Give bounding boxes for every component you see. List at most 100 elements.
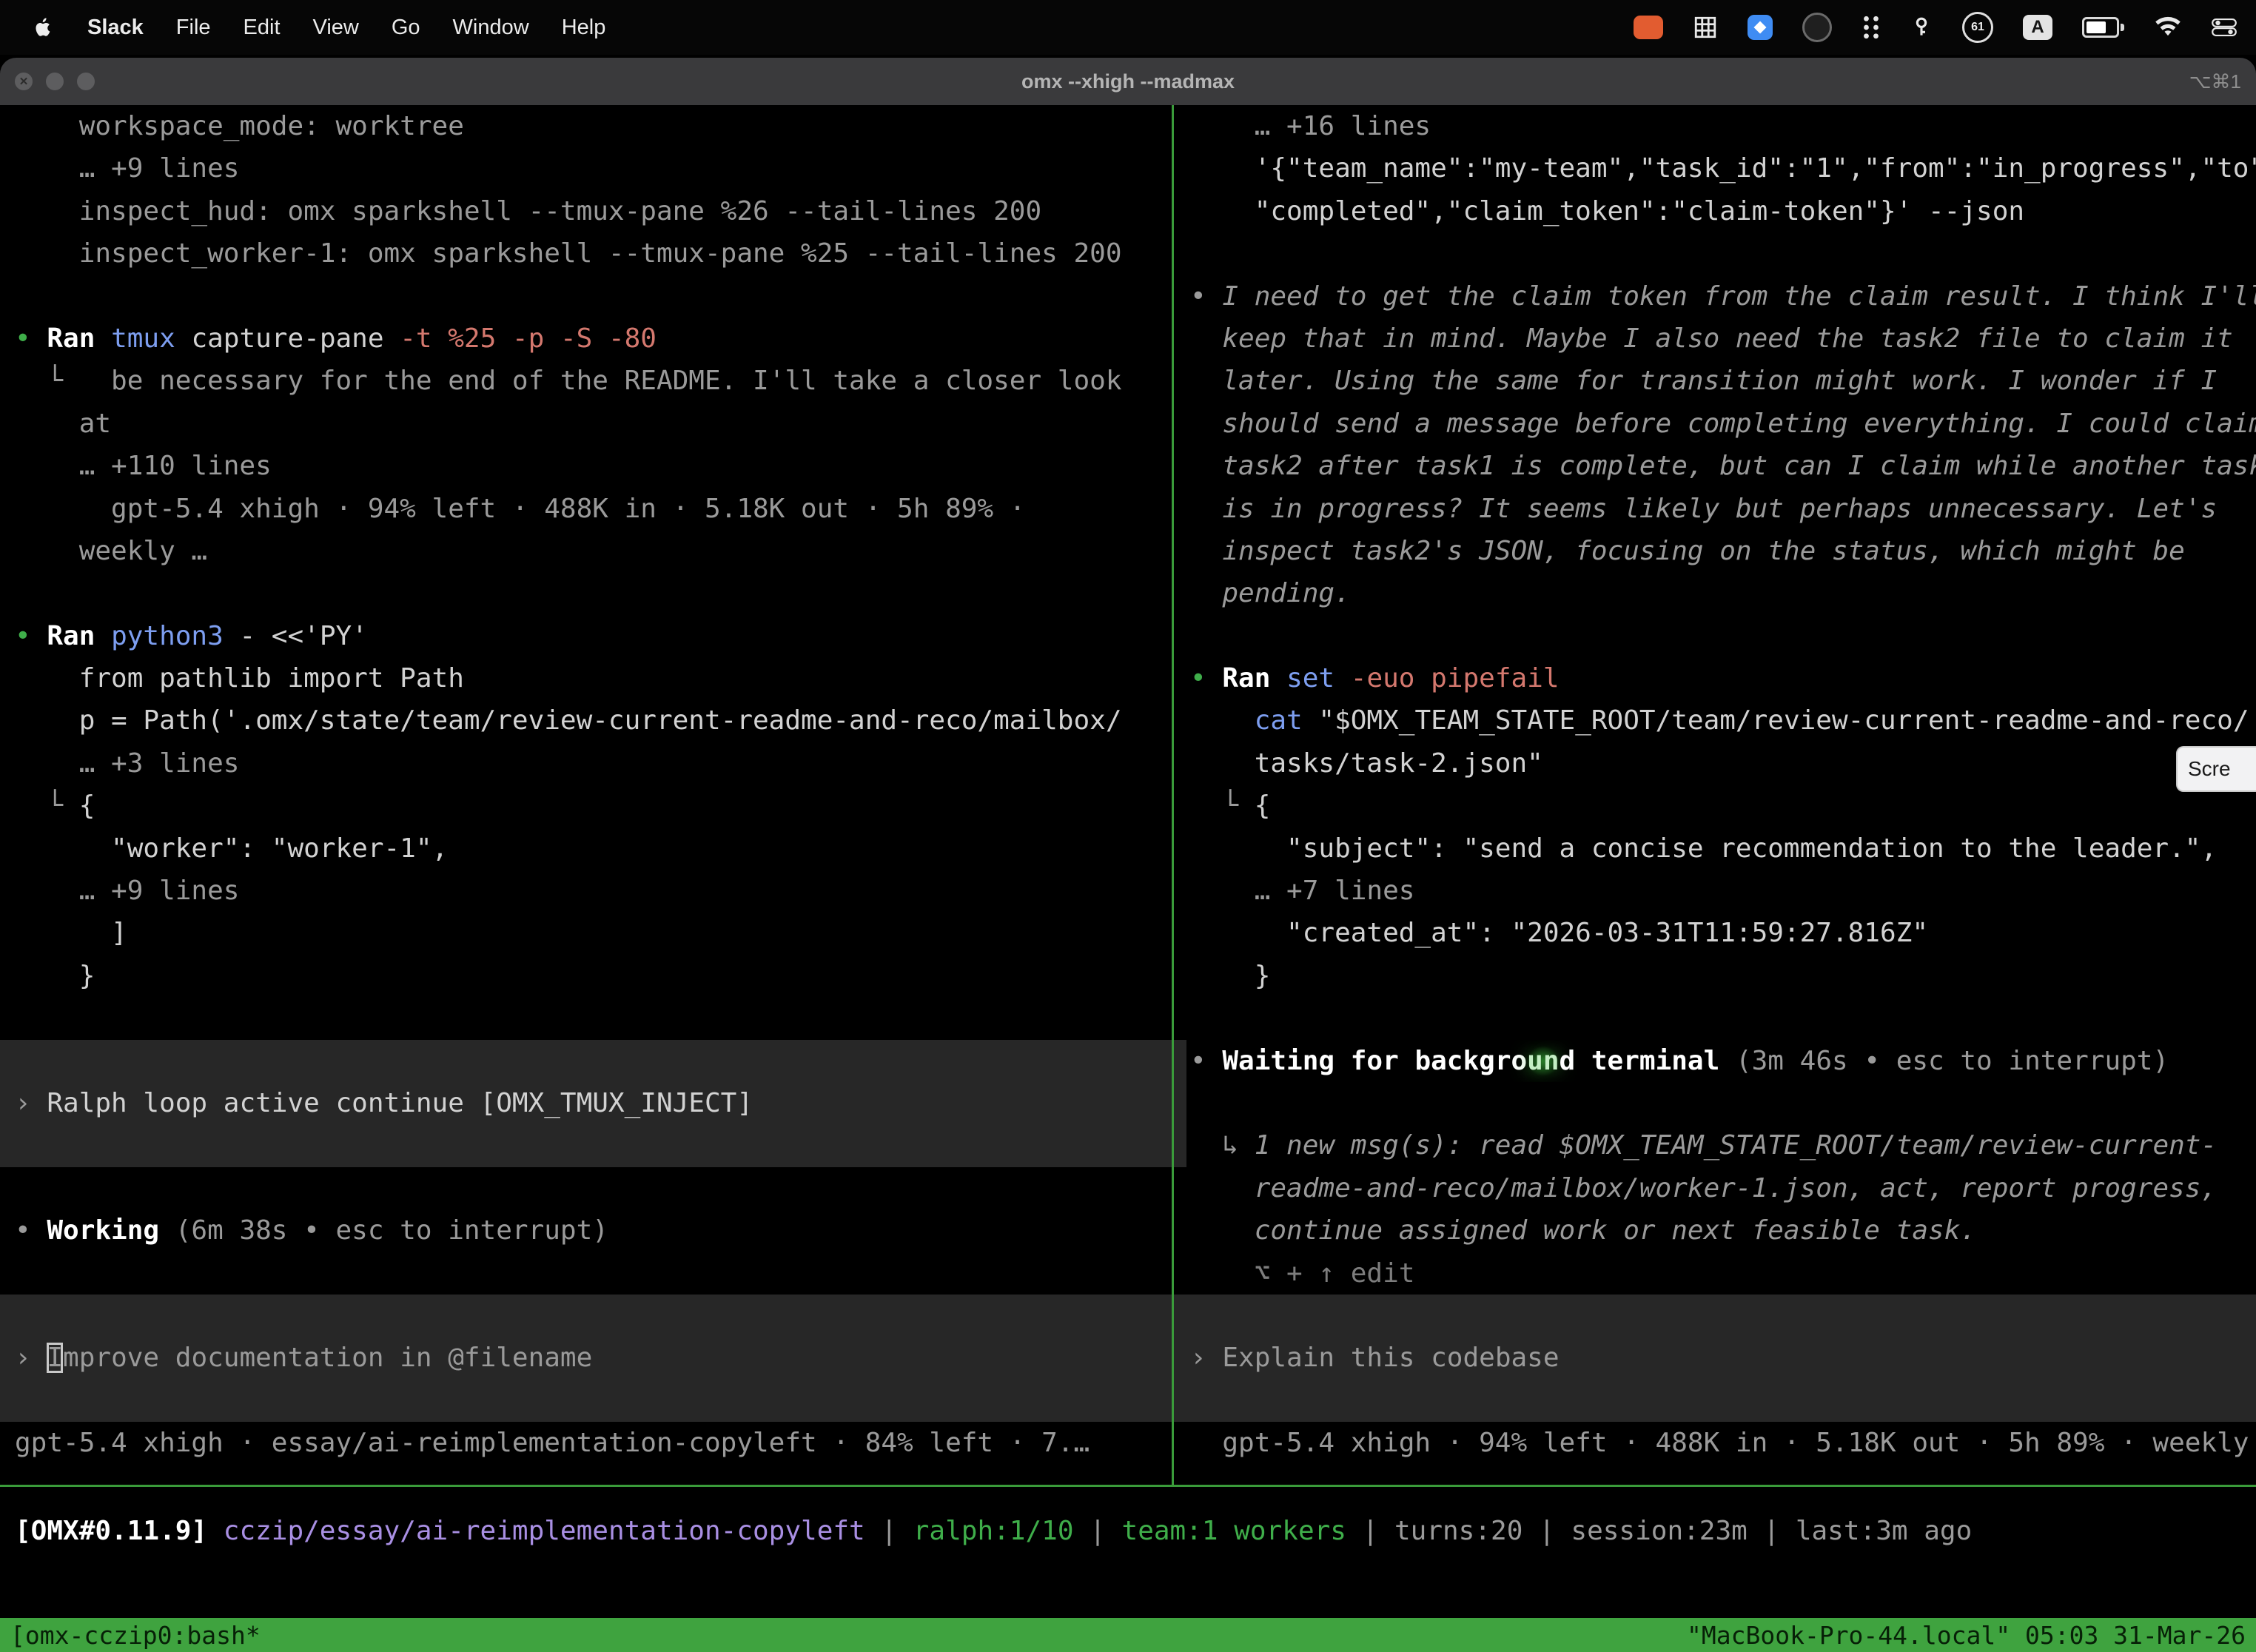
terminal-line: inspect_hud: omx sparkshell --tmux-pane … xyxy=(15,190,1186,232)
terminal-line: ↳ 1 new msg(s): read $OMX_TEAM_STATE_ROO… xyxy=(1190,1124,2256,1166)
terminal-line xyxy=(1190,1082,2256,1124)
terminal-line xyxy=(15,572,1186,614)
traffic-lights: ✕ xyxy=(0,73,95,90)
terminal-line: └ be necessary for the end of the README… xyxy=(15,360,1186,402)
menu-go[interactable]: Go xyxy=(392,16,420,40)
menu-edit[interactable]: Edit xyxy=(244,16,281,40)
battery-percent-badge[interactable]: 61 xyxy=(1962,12,1993,43)
terminal-line: continue assigned work or next feasible … xyxy=(1190,1209,2256,1252)
terminal-line: "created_at": "2026-03-31T11:59:27.816Z" xyxy=(1190,912,2256,954)
menu-window[interactable]: Window xyxy=(453,16,529,40)
terminal-line: ⌥ + ↑ edit xyxy=(1190,1252,2256,1295)
terminal-line: keep that in mind. Maybe I also need the… xyxy=(1190,318,2256,360)
terminal-line xyxy=(1190,232,2256,275)
ralph-status-row[interactable]: › Ralph loop active continue [OMX_TMUX_I… xyxy=(0,1082,1186,1124)
terminal-line: … +3 lines xyxy=(15,742,1186,785)
terminal-line: weekly … xyxy=(15,530,1186,572)
menu-view[interactable]: View xyxy=(313,16,359,40)
terminal-line: gpt-5.4 xhigh · 94% left · 488K in · 5.1… xyxy=(15,488,1186,530)
terminal-line: '{"team_name":"my-team","task_id":"1","f… xyxy=(1190,147,2256,189)
terminal-line: inspect task2's JSON, focusing on the st… xyxy=(1190,530,2256,572)
terminal-line: should send a message before completing … xyxy=(1190,403,2256,445)
terminal-line: • Ran tmux capture-pane -t %25 -p -S -80 xyxy=(15,318,1186,360)
terminal-line: } xyxy=(15,955,1186,997)
prompt-input-left[interactable]: › Improve documentation in @filename xyxy=(0,1337,1186,1379)
wifi-icon[interactable] xyxy=(2154,16,2182,38)
terminal-line: gpt-5.4 xhigh · 94% left · 488K in · 5.1… xyxy=(1190,1422,2256,1464)
grid-icon[interactable] xyxy=(1693,15,1718,40)
menu-bar-left: Slack File Edit View Go Window Help xyxy=(0,13,605,42)
terminal-line: p = Path('.omx/state/team/review-current… xyxy=(15,699,1186,742)
terminal-line[interactable] xyxy=(1174,1295,2256,1337)
terminal-line: pending. xyxy=(1190,572,2256,614)
terminal-line: ] xyxy=(15,912,1186,954)
terminal-line: • Ran set -euo pipefail xyxy=(1190,657,2256,699)
zoom-button[interactable] xyxy=(77,73,95,90)
app-menu-slack[interactable]: Slack xyxy=(87,16,144,40)
terminal-content: workspace_mode: worktree … +9 lines insp… xyxy=(0,105,2256,1652)
terminal-line: is in progress? It seems likely but perh… xyxy=(1190,488,2256,530)
tmux-pane-left[interactable]: workspace_mode: worktree … +9 lines insp… xyxy=(0,105,1186,1465)
omx-status-row: [OMX#0.11.9] cczip/essay/ai-reimplementa… xyxy=(15,1510,2256,1552)
terminal-line: task2 after task1 is complete, but can I… xyxy=(1190,445,2256,487)
terminal-line[interactable] xyxy=(0,1380,1186,1422)
screen-recording-indicator-icon[interactable] xyxy=(1634,16,1663,39)
terminal-line: cat "$OMX_TEAM_STATE_ROOT/team/review-cu… xyxy=(1190,699,2256,742)
terminal-line: … +16 lines xyxy=(1190,105,2256,147)
terminal-line: … +9 lines xyxy=(15,870,1186,912)
apple-menu-icon[interactable] xyxy=(30,13,55,42)
prompt-input-right[interactable]: › Explain this codebase xyxy=(1174,1337,2256,1379)
menu-bar-status-icons: 61 A xyxy=(1634,12,2256,43)
terminal-line: later. Using the same for transition mig… xyxy=(1190,360,2256,402)
desktop: Slack File Edit View Go Window Help 61 A xyxy=(0,0,2256,1652)
terminal-line xyxy=(1190,615,2256,657)
window-titlebar[interactable]: ✕ omx --xhigh --madmax ⌥⌘1 xyxy=(0,58,2256,105)
terminal-line[interactable] xyxy=(0,1124,1186,1166)
tmux-session-info[interactable]: [omx-cczip0:bash* xyxy=(10,1621,261,1650)
terminal-line: └ { xyxy=(15,785,1186,827)
terminal-line: from pathlib import Path xyxy=(15,657,1186,699)
tmux-status-bar: [omx-cczip0:bash* "MacBook-Pro-44.local"… xyxy=(0,1618,2256,1652)
terminal-line: └ { xyxy=(1190,785,2256,827)
tmux-host-clock: "MacBook-Pro-44.local" 05:03 31-Mar-26 xyxy=(1687,1621,2246,1650)
input-source-icon[interactable]: A xyxy=(2023,15,2052,40)
tmux-pane-divider-vertical[interactable] xyxy=(1172,105,1174,1485)
terminal-line xyxy=(15,1167,1186,1209)
blue-app-icon[interactable] xyxy=(1748,15,1773,40)
terminal-line[interactable] xyxy=(0,1040,1186,1082)
terminal-line: "completed","claim_token":"claim-token"}… xyxy=(1190,190,2256,232)
terminal-line xyxy=(1190,997,2256,1039)
battery-icon[interactable] xyxy=(2082,17,2124,38)
terminal-line: • I need to get the claim token from the… xyxy=(1190,275,2256,318)
key-icon[interactable] xyxy=(1910,15,1933,40)
terminal-line: • Ran python3 - <<'PY' xyxy=(15,615,1186,657)
terminal-line xyxy=(15,275,1186,318)
terminal-line: "worker": "worker-1", xyxy=(15,827,1186,870)
terminal-line: gpt-5.4 xhigh · essay/ai-reimplementatio… xyxy=(15,1422,1186,1464)
terminal-line: } xyxy=(1190,955,2256,997)
terminal-window: ✕ omx --xhigh --madmax ⌥⌘1 workspace_mod… xyxy=(0,58,2256,1652)
terminal-line xyxy=(15,1252,1186,1295)
terminal-line: readme-and-reco/mailbox/worker-1.json, a… xyxy=(1190,1167,2256,1209)
terminal-line: workspace_mode: worktree xyxy=(15,105,1186,147)
terminal-line[interactable] xyxy=(0,1295,1186,1337)
terminal-line: … +9 lines xyxy=(15,147,1186,189)
window-shortcut-hint: ⌥⌘1 xyxy=(2189,70,2241,93)
tmux-pane-right[interactable]: … +16 lines '{"team_name":"my-team","tas… xyxy=(1174,105,2256,1465)
terminal-line: "subject": "send a concise recommendatio… xyxy=(1190,827,2256,870)
window-title: omx --xhigh --madmax xyxy=(1021,70,1235,93)
control-center-icon[interactable] xyxy=(2212,18,2237,37)
terminal-line: inspect_worker-1: omx sparkshell --tmux-… xyxy=(15,232,1186,275)
terminal-line: … +7 lines xyxy=(1190,870,2256,912)
menu-items: File Edit View Go Window Help xyxy=(176,16,606,40)
close-button[interactable]: ✕ xyxy=(15,73,33,90)
minimize-button[interactable] xyxy=(46,73,64,90)
menu-help[interactable]: Help xyxy=(562,16,606,40)
terminal-line[interactable] xyxy=(1174,1380,2256,1422)
tmux-pane-divider-horizontal[interactable] xyxy=(0,1485,2256,1487)
menu-file[interactable]: File xyxy=(176,16,211,40)
omx-status-line: [OMX#0.11.9] cczip/essay/ai-reimplementa… xyxy=(0,1510,2256,1552)
dots-grid-icon[interactable] xyxy=(1861,15,1881,40)
dark-app-icon[interactable] xyxy=(1802,13,1832,42)
menu-bar: Slack File Edit View Go Window Help 61 A xyxy=(0,0,2256,55)
